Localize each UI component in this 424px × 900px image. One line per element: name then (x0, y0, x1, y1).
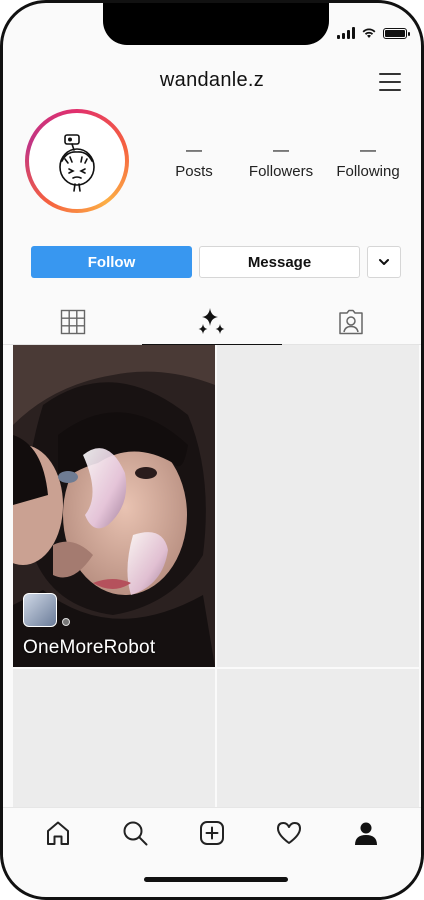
effect-name: OneMoreRobot (23, 637, 156, 658)
profile-stats: — Posts — Followers — Following (151, 142, 411, 181)
tab-tagged[interactable] (282, 299, 421, 344)
battery-icon (383, 27, 410, 39)
stat-followers-label: Followers (248, 163, 314, 180)
search-icon (123, 821, 148, 845)
stat-following-label: Following (336, 163, 400, 180)
nav-profile[interactable] (346, 813, 386, 853)
profile-actions: Follow Message (31, 246, 403, 278)
bottom-nav (3, 807, 421, 857)
suggested-accounts-button[interactable] (367, 246, 401, 278)
create-post-icon (199, 820, 224, 845)
avatar-story-ring[interactable] (25, 109, 129, 213)
stat-posts[interactable]: — Posts (151, 142, 237, 181)
activity-heart-icon (277, 821, 302, 844)
profile-tabs (3, 299, 421, 345)
follow-button[interactable]: Follow (31, 246, 192, 278)
tab-effects[interactable] (142, 299, 282, 345)
effect-badge-icon (62, 618, 70, 626)
cellular-signal-icon (337, 27, 355, 39)
tab-posts-grid[interactable] (3, 299, 142, 344)
stat-followers-value: — (273, 142, 289, 159)
tagged-person-icon (339, 309, 364, 334)
grid-item-empty (217, 669, 419, 809)
home-icon (46, 821, 69, 845)
home-indicator[interactable] (144, 877, 288, 882)
phone-frame: wandanle.z — Posts — Followers — Followi… (0, 0, 424, 900)
grid-item-effect-preview[interactable]: OneMoreRobot (13, 345, 215, 667)
effect-creator-avatar (23, 593, 57, 627)
grid-item-empty (13, 669, 215, 809)
stat-followers[interactable]: — Followers (238, 142, 324, 181)
wifi-icon (362, 28, 376, 38)
grid-item-empty (217, 345, 419, 667)
chevron-down-icon (379, 259, 389, 265)
profile-icon (355, 822, 378, 845)
device-notch (103, 3, 329, 45)
status-bar (337, 27, 410, 39)
profile-username: wandanle.z (159, 69, 265, 91)
nav-home[interactable] (38, 813, 78, 853)
menu-icon[interactable] (379, 73, 401, 91)
stat-following[interactable]: — Following (325, 142, 411, 181)
nav-activity[interactable] (269, 813, 309, 853)
nav-create[interactable] (192, 813, 232, 853)
doodle-avatar-icon (59, 134, 95, 192)
nav-search[interactable] (115, 813, 155, 853)
stat-posts-label: Posts (175, 163, 213, 180)
effects-grid: OneMoreRobot (13, 345, 419, 809)
effects-sparkle-icon (198, 307, 225, 334)
avatar (32, 116, 122, 206)
message-button[interactable]: Message (199, 246, 360, 278)
stat-following-value: — (360, 142, 376, 159)
profile-header: wandanle.z (3, 65, 421, 97)
stat-posts-value: — (186, 142, 202, 159)
grid-icon (60, 309, 85, 334)
